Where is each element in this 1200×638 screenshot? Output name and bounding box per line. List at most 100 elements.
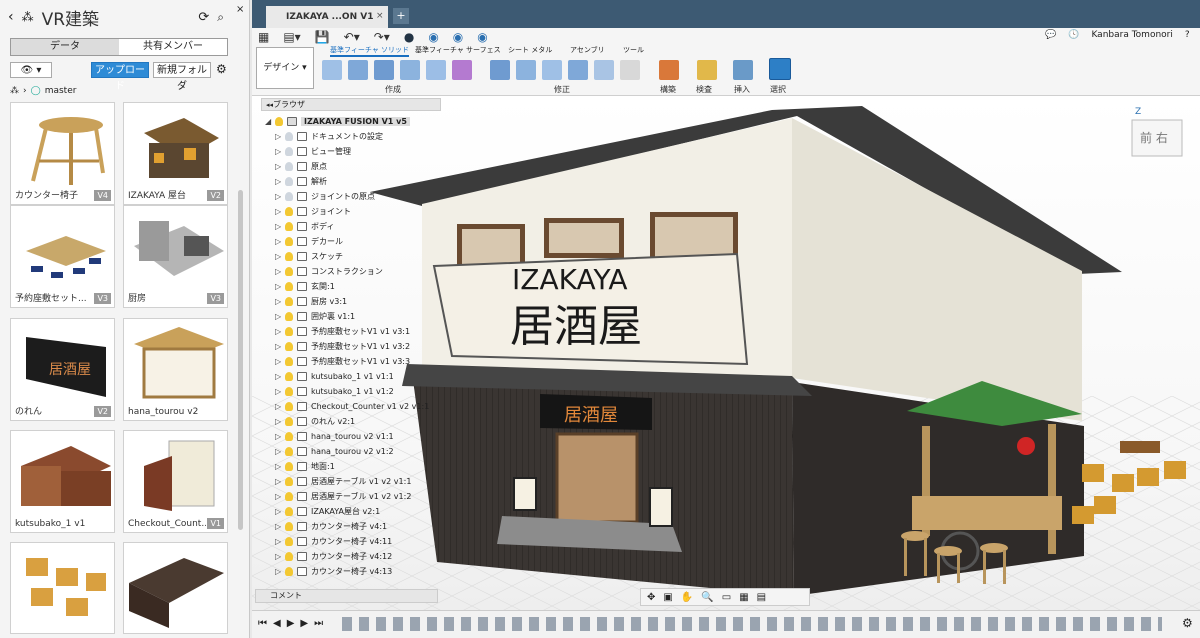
shell-icon[interactable] xyxy=(542,60,562,80)
expand-icon[interactable]: ▷ xyxy=(275,477,285,486)
expand-icon[interactable]: ▷ xyxy=(275,432,285,441)
visibility-icon[interactable] xyxy=(285,177,293,186)
upload-button[interactable]: アップロード xyxy=(91,62,149,92)
visibility-icon[interactable] xyxy=(285,417,293,426)
expand-icon[interactable]: ▷ xyxy=(275,522,285,531)
pan-icon[interactable]: ✋ xyxy=(681,592,693,603)
workspace-dropdown[interactable]: デザイン ▾ xyxy=(256,47,314,89)
new-tab-button[interactable]: + xyxy=(393,8,409,24)
branch-row[interactable]: ⁂ › ◯ master xyxy=(10,86,76,96)
visibility-icon[interactable] xyxy=(275,117,283,126)
visibility-icon[interactable] xyxy=(285,567,293,576)
tree-node[interactable]: ▷ スケッチ xyxy=(275,249,440,264)
thumb-item[interactable]: Checkout_Count... V1 xyxy=(123,430,228,533)
first-icon[interactable]: ⏮ xyxy=(258,618,267,629)
tree-root[interactable]: ◢ IZAKAYA FUSION V1 v5 xyxy=(265,114,440,129)
visibility-icon[interactable] xyxy=(285,267,293,276)
tree-node[interactable]: ▷ ジョイント xyxy=(275,204,440,219)
record-icon[interactable]: ● xyxy=(404,30,414,44)
tree-node[interactable]: ▷ カウンター椅子 v4:13 xyxy=(275,564,440,579)
visibility-icon[interactable] xyxy=(285,132,293,141)
mesh-icon[interactable] xyxy=(452,60,472,80)
tree-node[interactable]: ▷ ボディ xyxy=(275,219,440,234)
redo-icon[interactable]: ↷▾ xyxy=(374,30,390,44)
tab-tools[interactable]: ツール xyxy=(623,45,644,55)
expand-icon[interactable]: ▷ xyxy=(275,177,285,186)
expand-icon[interactable]: ▷ xyxy=(275,552,285,561)
visibility-icon[interactable] xyxy=(285,402,293,411)
browser-header[interactable]: ◂◂ ブラウザ xyxy=(261,98,441,111)
visibility-icon[interactable] xyxy=(285,282,293,291)
scrollbar[interactable] xyxy=(238,190,243,530)
visibility-icon[interactable] xyxy=(285,387,293,396)
expand-icon[interactable]: ▷ xyxy=(275,462,285,471)
visibility-icon[interactable] xyxy=(285,222,293,231)
tree-node[interactable]: ▷ IZAKAYA屋台 v2:1 xyxy=(275,504,440,519)
visibility-icon[interactable] xyxy=(285,522,293,531)
grid-menu-icon[interactable]: ▦ xyxy=(258,30,269,44)
expand-icon[interactable]: ▷ xyxy=(275,402,285,411)
visibility-icon[interactable] xyxy=(285,552,293,561)
visibility-icon[interactable] xyxy=(285,507,293,516)
new-folder-button[interactable]: 新規フォルダ xyxy=(153,62,211,92)
extrude-icon[interactable] xyxy=(374,60,394,80)
tree-node[interactable]: ▷ kutsubako_1 v1 v1:2 xyxy=(275,384,440,399)
visibility-icon[interactable] xyxy=(285,447,293,456)
tab-assembly[interactable]: アセンブリ xyxy=(570,45,605,55)
expand-icon[interactable]: ▷ xyxy=(275,267,285,276)
expand-icon[interactable]: ▷ xyxy=(275,207,285,216)
document-tab[interactable]: IZAKAYA ...ON V1 v5 xyxy=(266,6,388,44)
viewports-icon[interactable]: ▤ xyxy=(757,592,766,603)
help-icon[interactable]: ? xyxy=(1185,30,1190,40)
expand-icon[interactable]: ▷ xyxy=(275,447,285,456)
group-select[interactable]: 選択 xyxy=(770,84,786,95)
next-icon[interactable]: ▶ xyxy=(300,618,308,629)
grid-icon[interactable]: ▦ xyxy=(739,592,748,603)
tree-node[interactable]: ▷ デカール xyxy=(275,234,440,249)
job3-icon[interactable]: ◉ xyxy=(477,30,487,44)
visibility-icon[interactable] xyxy=(285,312,293,321)
visibility-icon[interactable] xyxy=(285,537,293,546)
zoom-icon[interactable]: 🔍 xyxy=(701,592,713,603)
orbit-icon[interactable]: ✥ xyxy=(647,592,655,603)
tab-surface[interactable]: 基準フィーチャ サーフェス xyxy=(415,45,501,55)
tree-node[interactable]: ▷ カウンター椅子 v4:12 xyxy=(275,549,440,564)
search-icon[interactable]: ⌕ xyxy=(217,10,224,25)
thumb-item[interactable] xyxy=(10,542,115,634)
thumb-item[interactable]: IZAKAYA 屋台 V2 xyxy=(123,102,228,205)
expand-icon[interactable]: ▷ xyxy=(275,342,285,351)
tree-node[interactable]: ▷ 囲炉裏 v1:1 xyxy=(275,309,440,324)
revolve-icon[interactable] xyxy=(400,60,420,80)
prev-icon[interactable]: ◀ xyxy=(273,618,281,629)
tab-sheet-metal[interactable]: シート メタル xyxy=(508,45,552,55)
tree-node[interactable]: ▷ 原点 xyxy=(275,159,440,174)
insert-icon[interactable] xyxy=(733,60,753,80)
visibility-icon[interactable] xyxy=(285,462,293,471)
expand-icon[interactable]: ▷ xyxy=(275,492,285,501)
tab-data[interactable]: データ xyxy=(11,39,119,55)
expand-icon[interactable]: ▷ xyxy=(275,537,285,546)
look-icon[interactable]: ▣ xyxy=(663,592,672,603)
tree-node[interactable]: ▷ 玄関:1 xyxy=(275,279,440,294)
tree-node[interactable]: ▷ ジョイントの原点 xyxy=(275,189,440,204)
visibility-icon[interactable] xyxy=(285,252,293,261)
expand-icon[interactable]: ▷ xyxy=(275,357,285,366)
thumb-item[interactable]: kutsubako_1 v1 xyxy=(10,430,115,533)
tab-solid[interactable]: 基準フィーチャ ソリッド xyxy=(330,45,410,57)
expand-icon[interactable]: ▷ xyxy=(275,327,285,336)
back-icon[interactable]: ‹ xyxy=(8,9,14,25)
visibility-icon[interactable] xyxy=(285,162,293,171)
expand-icon[interactable]: ▷ xyxy=(275,417,285,426)
comment-bar[interactable]: コメント xyxy=(255,589,438,603)
refresh-icon[interactable]: ⟳ xyxy=(198,10,209,25)
move-icon[interactable] xyxy=(620,60,640,80)
visibility-icon[interactable] xyxy=(285,342,293,351)
tree-node[interactable]: ▷ ドキュメントの設定 xyxy=(275,129,440,144)
expand-icon[interactable]: ▷ xyxy=(275,282,285,291)
group-construct[interactable]: 構築 xyxy=(660,84,676,95)
visibility-icon[interactable] xyxy=(285,207,293,216)
tree-node[interactable]: ▷ 解析 xyxy=(275,174,440,189)
box-icon[interactable] xyxy=(348,60,368,80)
file-icon[interactable]: ▤▾ xyxy=(283,30,300,44)
tree-node[interactable]: ▷ kutsubako_1 v1 v1:1 xyxy=(275,369,440,384)
